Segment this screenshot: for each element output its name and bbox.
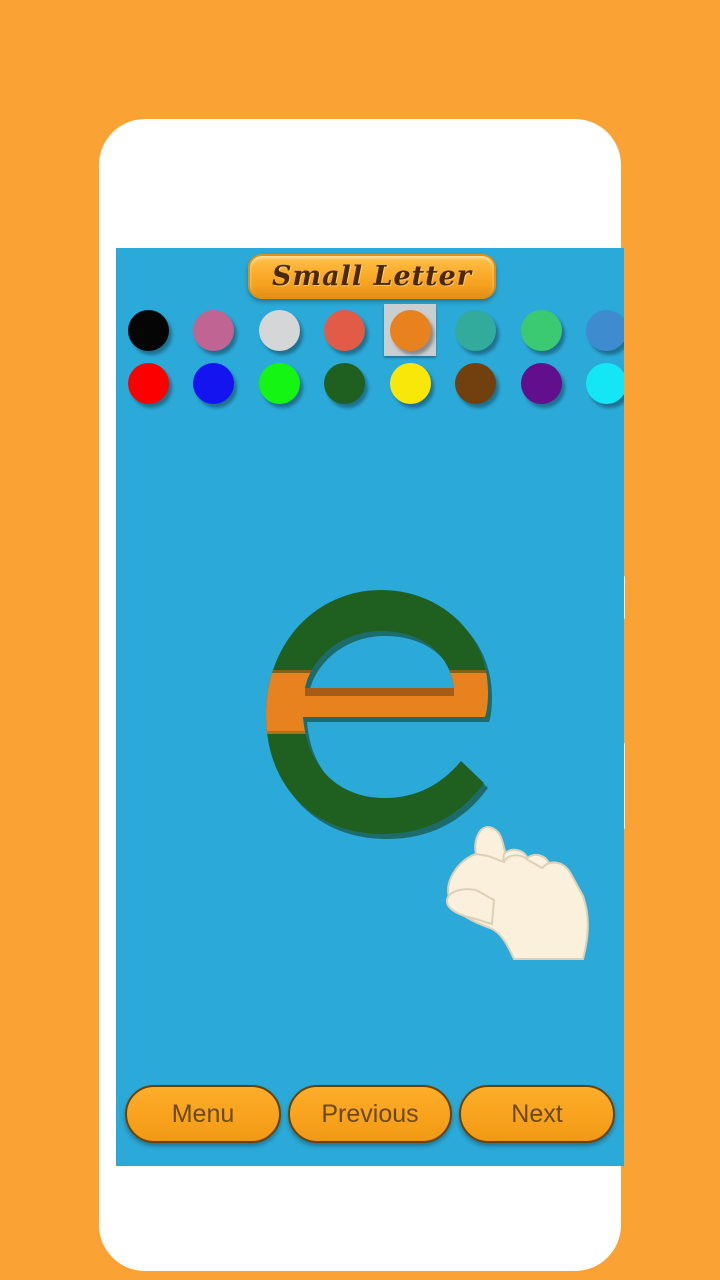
- swatch-dot: [258, 362, 300, 404]
- swatch-dot: [389, 309, 431, 351]
- color-swatch-teal[interactable]: [450, 304, 502, 356]
- swatch-dot: [586, 309, 624, 351]
- swatch-dot: [455, 309, 496, 351]
- color-swatch-light-gray[interactable]: [253, 304, 305, 356]
- swatch-dot: [193, 362, 234, 404]
- previous-button-label: Previous: [321, 1099, 419, 1128]
- next-button[interactable]: Next: [459, 1085, 615, 1143]
- swatch-dot: [127, 309, 169, 351]
- color-swatch-brown[interactable]: [450, 357, 502, 409]
- swatch-dot: [193, 309, 234, 351]
- app-screen: Small Letter Menu Previous Next: [116, 248, 624, 1166]
- swatch-dot: [127, 362, 169, 404]
- color-swatch-pink[interactable]: [188, 304, 240, 356]
- color-swatch-lime-green[interactable]: [253, 357, 305, 409]
- next-button-label: Next: [511, 1099, 563, 1128]
- swatch-dot: [520, 362, 562, 404]
- color-swatch-orange-selected[interactable]: [384, 304, 436, 356]
- swatch-dot: [324, 309, 365, 351]
- color-palette-row-2: [116, 357, 624, 410]
- swatch-dot: [520, 309, 562, 351]
- color-swatch-steel-blue[interactable]: [581, 304, 624, 356]
- color-swatch-red[interactable]: [122, 357, 174, 409]
- swatch-dot: [586, 362, 624, 404]
- app-root: Small Letter Menu Previous Next: [0, 0, 720, 1280]
- color-swatch-blue[interactable]: [188, 357, 240, 409]
- page-title: Small Letter: [248, 254, 496, 299]
- previous-button[interactable]: Previous: [288, 1085, 452, 1143]
- color-swatch-black[interactable]: [122, 304, 174, 356]
- swatch-dot: [258, 309, 300, 351]
- color-swatch-salmon-red[interactable]: [319, 304, 371, 356]
- swatch-dot: [324, 362, 365, 404]
- letter-fill-stripe: [266, 670, 488, 734]
- color-swatch-spring-green[interactable]: [515, 304, 567, 356]
- color-swatch-yellow[interactable]: [384, 357, 436, 409]
- color-swatch-purple[interactable]: [515, 357, 567, 409]
- color-swatch-dark-green[interactable]: [319, 357, 371, 409]
- pointing-hand-icon: [432, 796, 612, 976]
- color-palette: [116, 304, 624, 410]
- swatch-dot: [455, 362, 496, 404]
- page-title-label: Small Letter: [272, 261, 472, 292]
- menu-button[interactable]: Menu: [125, 1085, 281, 1143]
- bottom-nav: Menu Previous Next: [116, 1085, 624, 1143]
- swatch-dot: [389, 362, 431, 404]
- color-palette-row-1: [116, 304, 624, 357]
- menu-button-label: Menu: [171, 1099, 235, 1128]
- color-swatch-cyan[interactable]: [581, 357, 624, 409]
